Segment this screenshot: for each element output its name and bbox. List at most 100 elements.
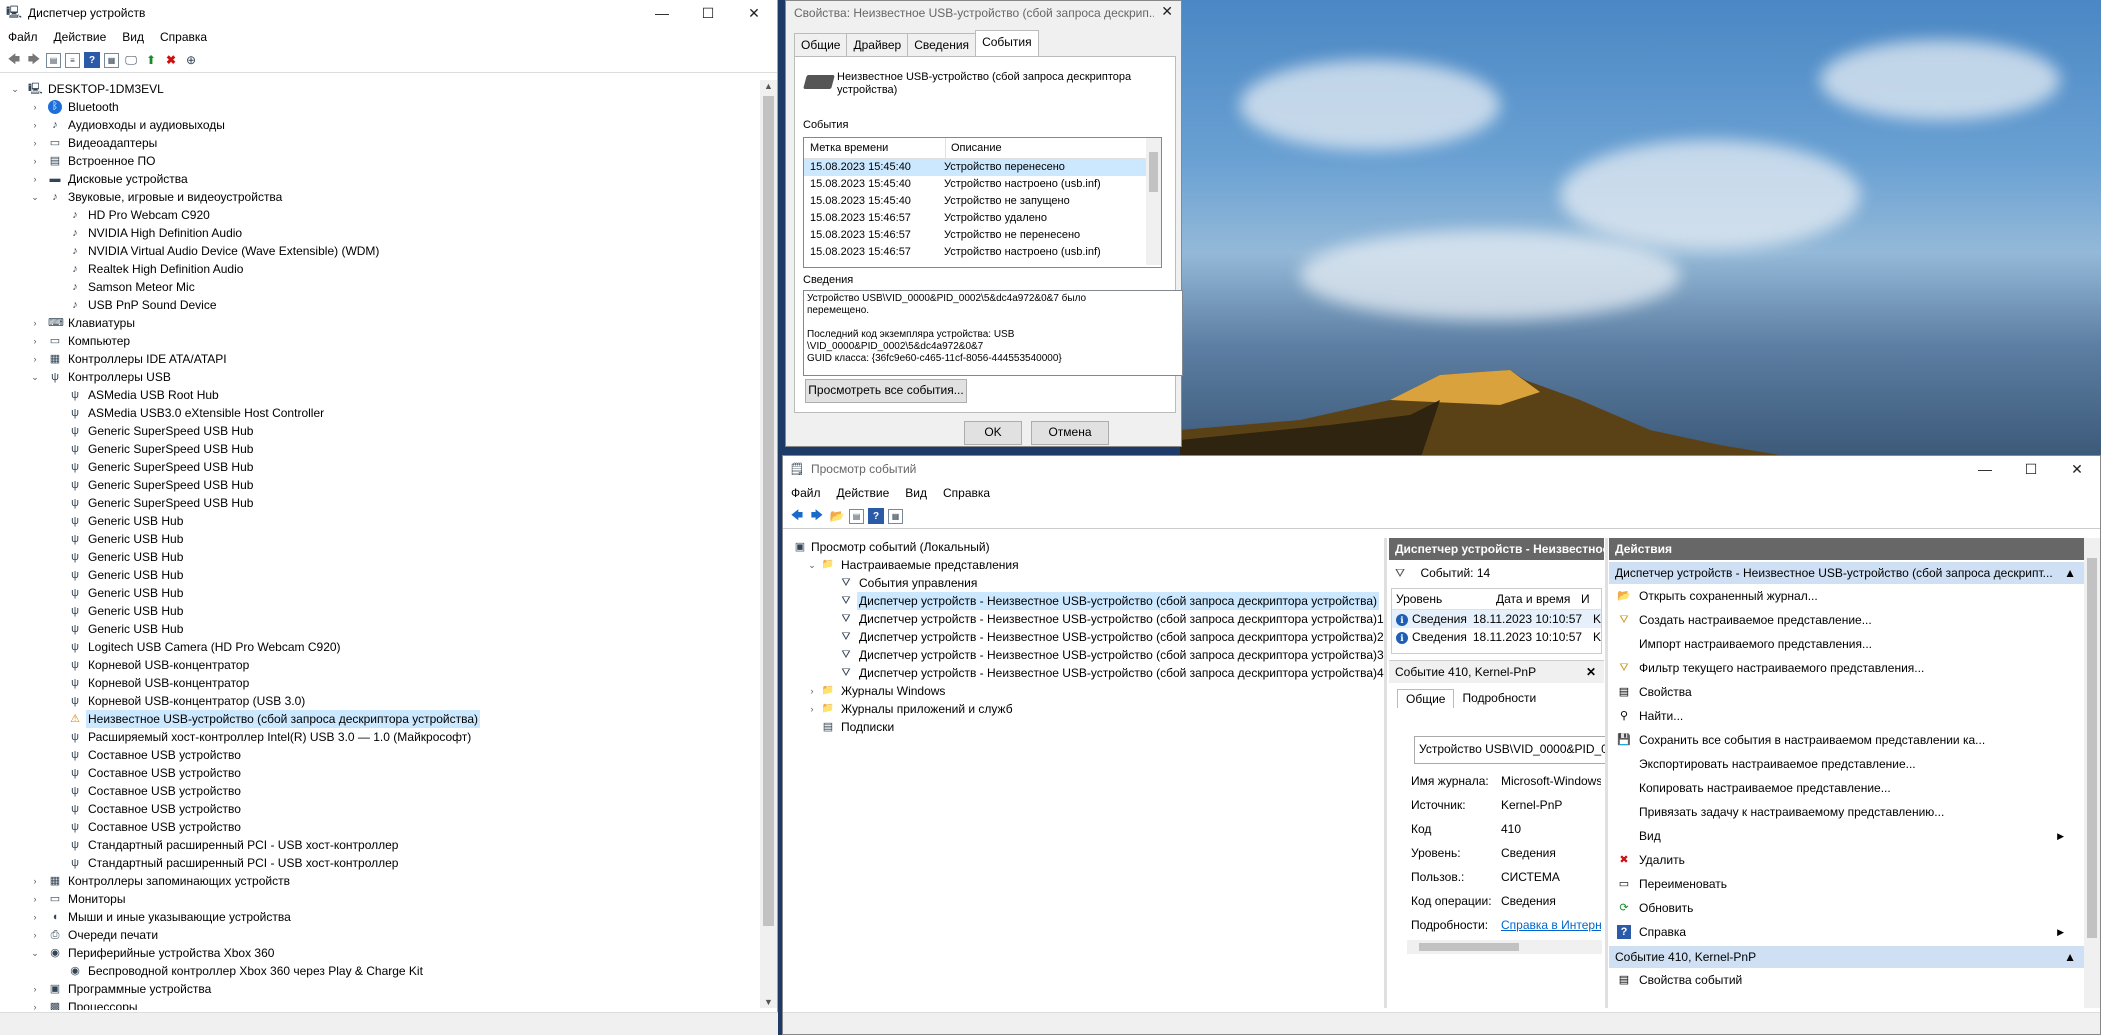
event-list-row[interactable]: ℹ Сведения 18.11.2023 10:10:57 K — [1392, 610, 1601, 628]
device-tree-item[interactable]: ⚠ Неизвестное USB-устройство (сбой запрос… — [0, 710, 760, 728]
device-tree-item[interactable]: ψ Generic USB Hub — [0, 584, 760, 602]
event-list-row[interactable]: ℹ Сведения 18.11.2023 10:10:57 K — [1392, 628, 1601, 646]
device-tree-item[interactable]: ψ Generic SuperSpeed USB Hub — [0, 458, 760, 476]
uninstall-icon[interactable]: ✖ — [163, 52, 179, 68]
online-help-link[interactable]: Справка в Интернете для — [1501, 918, 1601, 932]
ev-tree-item[interactable]: ⛛ Диспетчер устройств - Неизвестное USB-у… — [785, 664, 1385, 682]
collapse-arrow-icon[interactable]: ⌄ — [30, 944, 40, 962]
event-row[interactable]: 15.08.2023 15:45:40 Устройство не запущен… — [804, 193, 1161, 210]
col-datetime[interactable]: Дата и время — [1496, 589, 1581, 609]
device-tree-item[interactable]: ◉ Беспроводной контроллер Xbox 360 через … — [0, 962, 760, 980]
ev-minimize-button[interactable]: — — [1962, 461, 2008, 477]
action-item[interactable]: 📂 Открыть сохраненный журнал... — [1609, 584, 2084, 608]
device-tree-item[interactable]: ψ Корневой USB-концентратор — [0, 656, 760, 674]
device-tree-item[interactable]: ⌄ ◉ Периферийные устройства Xbox 360 — [0, 944, 760, 962]
action-item[interactable]: ⟳ Обновить — [1609, 896, 2084, 920]
device-tree-item[interactable]: › ⌨ Клавиатуры — [0, 314, 760, 332]
device-tree-item[interactable]: › ▭ Мониторы — [0, 890, 760, 908]
device-tree-item[interactable]: › ▤ Встроенное ПО — [0, 152, 760, 170]
ev-menu-help[interactable]: Справка — [935, 486, 998, 500]
device-tree-item[interactable]: ♪ Realtek High Definition Audio — [0, 260, 760, 278]
device-tree-item[interactable]: › ▭ Видеоадаптеры — [0, 134, 760, 152]
event-row[interactable]: 15.08.2023 15:46:57 Устройство не перенес… — [804, 227, 1161, 244]
ev-menu-view[interactable]: Вид — [897, 486, 935, 500]
device-tree-item[interactable]: ⌄ ψ Контроллеры USB — [0, 368, 760, 386]
tab-general[interactable]: Общие — [1397, 689, 1455, 708]
device-tree-item[interactable]: ψ Корневой USB-концентратор (USB 3.0) — [0, 692, 760, 710]
device-tree-item[interactable]: ♪ USB PnP Sound Device — [0, 296, 760, 314]
action-item[interactable]: ⛛ Фильтр текущего настраиваемого представ… — [1609, 656, 2084, 680]
device-tree-item[interactable]: ψ Generic USB Hub — [0, 602, 760, 620]
device-tree-item[interactable]: ♪ NVIDIA Virtual Audio Device (Wave Exten… — [0, 242, 760, 260]
events-list[interactable]: Метка времени Описание 15.08.2023 15:45:… — [803, 137, 1162, 268]
expand-arrow-icon[interactable]: › — [30, 998, 40, 1010]
splitter[interactable] — [1384, 538, 1387, 1008]
device-tree-item[interactable]: › ▭ Компьютер — [0, 332, 760, 350]
tab-details[interactable]: Подробности — [1454, 689, 1544, 708]
view-all-events-button[interactable]: Просмотреть все события... — [805, 379, 967, 403]
device-tree-item[interactable]: ♪ HD Pro Webcam C920 — [0, 206, 760, 224]
ev-tree-item[interactable]: ⛛ Диспетчер устройств - Неизвестное USB-у… — [785, 646, 1385, 664]
device-tree-item[interactable]: ψ Generic SuperSpeed USB Hub — [0, 422, 760, 440]
expand-arrow-icon[interactable]: › — [30, 350, 40, 368]
forward-icon[interactable]: 🡆 — [809, 508, 825, 524]
ev-tree-item[interactable]: ⛛ Диспетчер устройств - Неизвестное USB-у… — [785, 610, 1385, 628]
show-hide-tree-icon[interactable]: ▤ — [46, 52, 61, 68]
download-icon[interactable]: ⊕ — [183, 52, 199, 68]
device-tree-item[interactable]: ψ Составное USB устройство — [0, 764, 760, 782]
device-tree-item[interactable]: ψ ASMedia USB3.0 eXtensible Host Controll… — [0, 404, 760, 422]
minimize-button[interactable]: — — [639, 5, 685, 21]
expand-arrow-icon[interactable]: › — [30, 908, 40, 926]
ev-tree-item[interactable]: ▣ Просмотр событий (Локальный) — [785, 538, 1385, 556]
action-item[interactable]: 💾 Сохранить все события в настраиваемом п… — [1609, 728, 2084, 752]
vertical-scrollbar[interactable]: ▲ ▼ — [760, 80, 777, 1008]
up-folder-icon[interactable]: 📂 — [829, 508, 845, 524]
tab-events[interactable]: События — [975, 30, 1039, 56]
ev-close-button[interactable]: ✕ — [2054, 461, 2100, 478]
scroll-down-icon[interactable]: ▼ — [764, 997, 773, 1007]
event-description-box[interactable]: Устройство USB\VID_0000&PID_0002\5&dc4a9 — [1414, 736, 1608, 764]
scan-hardware-icon[interactable]: 🖵 — [123, 52, 139, 68]
ev-tree-item[interactable]: › 📁 Журналы Windows — [785, 682, 1385, 700]
ev-menu-action[interactable]: Действие — [829, 486, 898, 500]
event-row[interactable]: 15.08.2023 15:46:57 Устройство удалено — [804, 210, 1161, 227]
action-item[interactable]: ? Справка ▶ — [1609, 920, 2084, 944]
device-tree-item[interactable]: ψ Generic SuperSpeed USB Hub — [0, 476, 760, 494]
device-tree-item[interactable]: ψ Стандартный расширенный PCI - USB хост-… — [0, 854, 760, 872]
device-tree-item[interactable]: › ▩ Процессоры — [0, 998, 760, 1010]
help-icon[interactable]: ? — [84, 52, 100, 68]
action-item[interactable]: Вид ▶ — [1609, 824, 2084, 848]
device-tree-item[interactable]: ψ Составное USB устройство — [0, 746, 760, 764]
device-tree-item[interactable]: › ⎙ Очереди печати — [0, 926, 760, 944]
menu-action[interactable]: Действие — [46, 30, 115, 44]
action-item[interactable]: ▤ Свойства — [1609, 680, 2084, 704]
actions-scrollbar[interactable] — [2084, 538, 2100, 1008]
info-textbox[interactable]: Устройство USB\VID_0000&PID_0002\5&dc4a9… — [803, 290, 1183, 376]
menu-file[interactable]: Файл — [0, 30, 46, 44]
col-level[interactable]: Уровень — [1392, 589, 1496, 609]
device-tree-item[interactable]: › ▣ Программные устройства — [0, 980, 760, 998]
close-detail-icon[interactable]: ✕ — [1586, 661, 1596, 683]
expand-arrow-icon[interactable]: › — [30, 980, 40, 998]
cancel-button[interactable]: Отмена — [1031, 421, 1109, 445]
maximize-button[interactable]: ☐ — [685, 5, 731, 22]
expand-arrow-icon[interactable]: › — [30, 872, 40, 890]
device-tree-item[interactable]: ψ Корневой USB-концентратор — [0, 674, 760, 692]
device-tree-item[interactable]: ψ ASMedia USB Root Hub — [0, 386, 760, 404]
expand-arrow-icon[interactable]: › — [30, 926, 40, 944]
action-item[interactable]: ⚲ Найти... — [1609, 704, 2084, 728]
device-tree-item[interactable]: ψ Generic USB Hub — [0, 566, 760, 584]
device-tree-item[interactable]: ψ Generic USB Hub — [0, 512, 760, 530]
add-legacy-icon[interactable]: ⬆ — [143, 52, 159, 68]
collapse-arrow-icon[interactable]: ⌄ — [30, 188, 40, 206]
action-item[interactable]: Импорт настраиваемого представления... — [1609, 632, 2084, 656]
back-icon[interactable]: 🡄 — [6, 52, 22, 68]
action-item[interactable]: ▤ Свойства событий — [1609, 968, 2084, 992]
col-source[interactable]: И — [1581, 589, 1590, 609]
device-tree-item[interactable]: ψ Составное USB устройство — [0, 782, 760, 800]
help-icon[interactable]: ? — [868, 508, 884, 524]
expand-arrow-icon[interactable]: › — [30, 134, 40, 152]
collapse-arrow-icon[interactable]: ⌄ — [10, 80, 20, 98]
device-tree-item[interactable]: › ▬ Дисковые устройства — [0, 170, 760, 188]
action-item[interactable]: Экспортировать настраиваемое представлен… — [1609, 752, 2084, 776]
